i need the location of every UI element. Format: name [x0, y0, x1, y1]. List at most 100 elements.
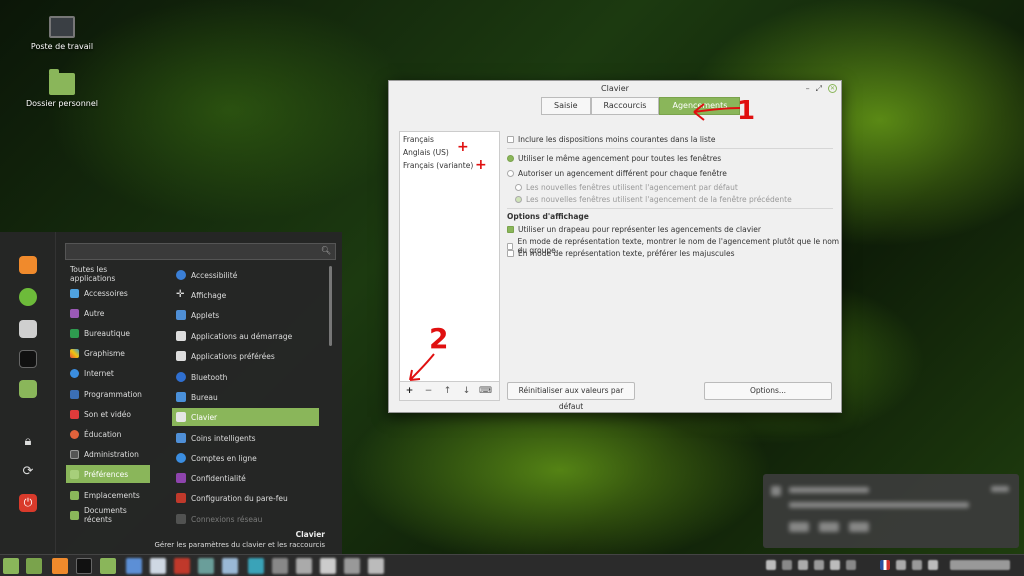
desktop-icon: [176, 392, 186, 402]
window-button[interactable]: [272, 558, 288, 574]
category-son-video[interactable]: Son et vidéo: [66, 405, 150, 423]
window-button[interactable]: [198, 558, 214, 574]
education-icon: [70, 429, 79, 439]
window-button[interactable]: [150, 558, 166, 574]
menu-scrollbar[interactable]: [329, 266, 332, 346]
lock-icon[interactable]: 🔒︎: [19, 434, 37, 452]
category-preferences[interactable]: Préférences: [66, 465, 150, 483]
use-flag-checkbox[interactable]: Utiliser un drapeau pour représenter les…: [507, 225, 761, 234]
window-titlebar[interactable]: Clavier – ⤢ ✕: [389, 81, 841, 96]
tray-icon[interactable]: [766, 560, 776, 570]
software-manager-icon[interactable]: [19, 288, 37, 306]
tray-icon[interactable]: [912, 560, 922, 570]
app-description: Gérer les paramètres du clavier et les r…: [154, 541, 326, 549]
options-button[interactable]: Options...: [704, 382, 832, 400]
app-coins-intelligents[interactable]: Coins intelligents: [172, 429, 319, 447]
files-taskbar-icon[interactable]: [100, 558, 116, 574]
window-button[interactable]: [174, 558, 190, 574]
minimize-icon[interactable]: –: [806, 81, 810, 96]
app-confidentialite[interactable]: Confidentialité: [172, 469, 319, 487]
app-accessibilite[interactable]: Accessibilité: [172, 266, 319, 284]
show-keyboard-button[interactable]: ⌨: [476, 382, 495, 400]
window-button[interactable]: [248, 558, 264, 574]
app-affichage[interactable]: ✛ Affichage: [172, 286, 319, 304]
tray-icon[interactable]: [928, 560, 938, 570]
notification-popup[interactable]: [763, 474, 1019, 548]
move-down-button[interactable]: ↓: [457, 382, 476, 400]
app-preferees[interactable]: Applications préférées: [172, 347, 319, 365]
files-icon[interactable]: [19, 380, 37, 398]
maximize-icon[interactable]: ⤢: [816, 81, 822, 96]
category-internet[interactable]: Internet: [66, 364, 150, 382]
clock[interactable]: [950, 560, 1010, 570]
tab-raccourcis[interactable]: Raccourcis: [590, 97, 660, 115]
different-layout-radio[interactable]: Autoriser un agencement différent pour c…: [507, 169, 727, 178]
reset-defaults-button[interactable]: Réinitialiser aux valeurs par défaut: [507, 382, 635, 411]
layout-item[interactable]: Français: [400, 133, 499, 146]
new-windows-previous-radio[interactable]: Les nouvelles fenêtres utilisent l'agenc…: [515, 195, 792, 204]
app-clavier[interactable]: Clavier: [172, 408, 319, 426]
category-label: Éducation: [84, 429, 122, 439]
app-demarrage[interactable]: Applications au démarrage: [172, 327, 319, 345]
desktop-icon-home[interactable]: Dossier personnel: [17, 69, 107, 108]
window-button[interactable]: [368, 558, 384, 574]
app-comptes-en-ligne[interactable]: Comptes en ligne: [172, 449, 319, 467]
desktop-icon-computer[interactable]: Poste de travail: [17, 16, 107, 51]
window-button[interactable]: [296, 558, 312, 574]
close-icon[interactable]: ✕: [828, 84, 837, 93]
window-button[interactable]: [222, 558, 238, 574]
tray-icon[interactable]: [846, 560, 856, 570]
terminal-icon[interactable]: [19, 350, 37, 368]
new-windows-default-radio[interactable]: Les nouvelles fenêtres utilisent l'agenc…: [515, 183, 738, 192]
add-layout-button[interactable]: +: [400, 382, 419, 400]
settings-icon[interactable]: [19, 320, 37, 338]
tray-icon[interactable]: [830, 560, 840, 570]
same-layout-radio[interactable]: Utiliser le même agencement pour toutes …: [507, 154, 721, 163]
category-administration[interactable]: Administration: [66, 445, 150, 463]
bluetooth-icon: [176, 372, 186, 382]
include-less-common-checkbox[interactable]: Inclure les dispositions moins courantes…: [507, 135, 715, 144]
firefox-icon[interactable]: [19, 256, 37, 274]
power-icon[interactable]: ⏻: [19, 494, 37, 512]
remove-layout-button[interactable]: −: [419, 382, 438, 400]
search-icon: 🔍︎: [320, 246, 331, 255]
category-education[interactable]: Éducation: [66, 425, 150, 443]
app-label: Applets: [191, 310, 220, 320]
category-bureautique[interactable]: Bureautique: [66, 324, 150, 342]
tab-saisie[interactable]: Saisie: [541, 97, 591, 115]
category-programmation[interactable]: Programmation: [66, 385, 150, 403]
move-up-button[interactable]: ↑: [438, 382, 457, 400]
app-connexions-reseau[interactable]: Connexions réseau: [172, 510, 319, 528]
mint-menu-icon[interactable]: [3, 558, 19, 574]
category-accessoires[interactable]: Accessoires: [66, 284, 150, 302]
notification-action[interactable]: [789, 522, 809, 532]
app-bureau[interactable]: Bureau: [172, 388, 319, 406]
graphics-icon: [70, 348, 79, 358]
window-button[interactable]: [320, 558, 336, 574]
app-bluetooth[interactable]: Bluetooth: [172, 368, 319, 386]
show-desktop-icon[interactable]: [26, 558, 42, 574]
terminal-taskbar-icon[interactable]: [76, 558, 92, 574]
app-pare-feu[interactable]: Configuration du pare-feu: [172, 489, 319, 507]
keyboard-flag-icon[interactable]: [880, 560, 890, 570]
category-graphisme[interactable]: Graphisme: [66, 344, 150, 362]
app-applets[interactable]: Applets: [172, 306, 319, 324]
category-autre[interactable]: Autre: [66, 304, 150, 322]
category-documents-recents[interactable]: Documents récents: [66, 506, 150, 524]
tray-icon[interactable]: [782, 560, 792, 570]
search-input[interactable]: 🔍︎: [65, 243, 336, 260]
notification-action[interactable]: [819, 522, 839, 532]
window-button[interactable]: [344, 558, 360, 574]
firefox-taskbar-icon[interactable]: [52, 558, 68, 574]
window-button[interactable]: [126, 558, 142, 574]
notification-action[interactable]: [849, 522, 869, 532]
window-title: Clavier: [601, 84, 629, 93]
notification-close-icon[interactable]: [991, 486, 1009, 492]
tray-icon[interactable]: [814, 560, 824, 570]
category-emplacements[interactable]: Emplacements: [66, 486, 150, 504]
tray-icon[interactable]: [896, 560, 906, 570]
category-all[interactable]: Toutes les applications: [66, 265, 150, 283]
text-uppercase-checkbox[interactable]: En mode de représentation texte, préfére…: [507, 249, 735, 258]
tray-icon[interactable]: [798, 560, 808, 570]
logout-icon[interactable]: ⟳: [19, 464, 37, 482]
